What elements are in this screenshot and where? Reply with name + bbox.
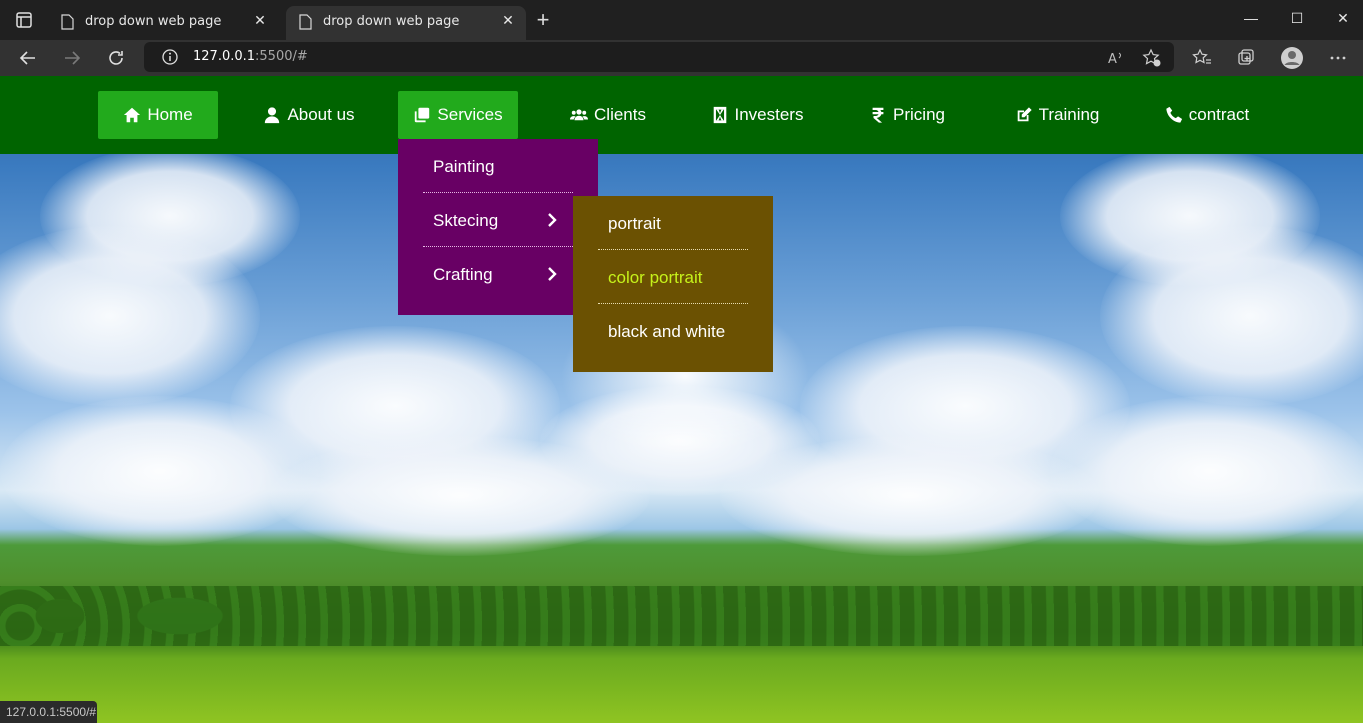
services-dropdown: Painting Sktecing Crafting bbox=[398, 139, 598, 315]
users-icon bbox=[570, 109, 589, 121]
phone-icon bbox=[1166, 106, 1182, 123]
menu-item-label: Painting bbox=[433, 157, 495, 176]
read-aloud-icon[interactable]: A bbox=[1106, 48, 1126, 68]
background-treeline bbox=[0, 586, 1363, 646]
submenu-item-label: color portrait bbox=[608, 268, 703, 287]
maximize-button[interactable]: ☐ bbox=[1274, 6, 1320, 30]
nav-clients[interactable]: Clients bbox=[548, 91, 668, 139]
nav-label: Home bbox=[147, 105, 193, 124]
nav-pricing[interactable]: Pricing bbox=[847, 91, 967, 139]
building-icon bbox=[713, 106, 726, 124]
tab-title: drop down web page bbox=[85, 14, 222, 29]
nav-label: Clients bbox=[594, 105, 646, 124]
close-icon[interactable]: ✕ bbox=[498, 11, 518, 31]
nav-label: Services bbox=[437, 105, 503, 124]
tab-active[interactable]: drop down web page ✕ bbox=[286, 6, 526, 40]
svg-text:A: A bbox=[1108, 52, 1117, 67]
close-icon[interactable]: ✕ bbox=[250, 11, 270, 31]
back-button[interactable] bbox=[14, 44, 42, 72]
clone-icon bbox=[415, 107, 430, 123]
favorite-add-icon[interactable] bbox=[1142, 48, 1162, 68]
page-viewport: Home About us Services Clients Investers… bbox=[0, 76, 1363, 723]
nav-about-us[interactable]: About us bbox=[249, 91, 369, 139]
submenu-item-label: black and white bbox=[608, 322, 726, 341]
chevron-right-icon bbox=[547, 212, 557, 228]
nav-investers[interactable]: Investers bbox=[697, 91, 817, 139]
browser-toolbar: 127.0.0.1:5500/# A bbox=[0, 40, 1363, 76]
new-tab-button[interactable]: + bbox=[532, 9, 554, 31]
nav-label: Training bbox=[1038, 105, 1100, 124]
reload-button[interactable] bbox=[102, 44, 130, 72]
tab-actions-icon[interactable] bbox=[10, 10, 38, 30]
nav-label: Pricing bbox=[893, 105, 945, 124]
home-icon bbox=[124, 107, 141, 123]
edit-icon bbox=[1017, 107, 1032, 122]
main-navbar: Home About us Services Clients Investers… bbox=[0, 76, 1363, 154]
menu-item-sktecing[interactable]: Sktecing bbox=[423, 193, 573, 247]
nav-contract[interactable]: contract bbox=[1147, 91, 1267, 139]
tab-inactive[interactable]: drop down web page ✕ bbox=[48, 6, 278, 40]
nav-training[interactable]: Training bbox=[997, 91, 1117, 139]
submenu-item-color-portrait[interactable]: color portrait bbox=[598, 250, 748, 304]
menu-item-crafting[interactable]: Crafting bbox=[423, 247, 573, 301]
close-window-button[interactable]: ✕ bbox=[1320, 6, 1363, 30]
minimize-button[interactable]: — bbox=[1228, 6, 1274, 30]
submenu-item-portrait[interactable]: portrait bbox=[598, 196, 748, 250]
collections-icon[interactable] bbox=[1234, 46, 1258, 70]
page-icon bbox=[60, 14, 74, 30]
nav-label: Investers bbox=[734, 105, 804, 124]
user-icon bbox=[265, 107, 280, 124]
submenu-item-label: portrait bbox=[608, 214, 661, 233]
chevron-right-icon bbox=[547, 266, 557, 282]
menu-item-label: Crafting bbox=[433, 265, 493, 284]
favorites-icon[interactable] bbox=[1190, 46, 1214, 70]
page-icon bbox=[298, 14, 312, 30]
menu-item-label: Sktecing bbox=[433, 211, 499, 230]
submenu-item-black-and-white[interactable]: black and white bbox=[598, 304, 748, 358]
sketching-submenu: portrait color portrait black and white bbox=[573, 196, 773, 372]
nav-label: About us bbox=[287, 105, 355, 124]
address-bar[interactable]: 127.0.0.1:5500/# A bbox=[144, 42, 1174, 72]
url-text: 127.0.0.1:5500/# bbox=[193, 49, 308, 64]
url-path: :5500/# bbox=[255, 49, 308, 64]
nav-home[interactable]: Home bbox=[98, 91, 218, 139]
menu-item-painting[interactable]: Painting bbox=[423, 139, 573, 193]
more-menu-icon[interactable] bbox=[1326, 46, 1350, 70]
forward-button[interactable] bbox=[58, 44, 86, 72]
background-cloud bbox=[1050, 396, 1363, 546]
profile-avatar[interactable] bbox=[1280, 46, 1304, 70]
info-icon[interactable] bbox=[162, 49, 178, 65]
nav-services[interactable]: Services bbox=[398, 91, 518, 139]
rupee-icon bbox=[872, 107, 884, 123]
browser-tab-bar: drop down web page ✕ drop down web page … bbox=[0, 0, 1363, 40]
tab-title: drop down web page bbox=[323, 14, 460, 29]
background-cloud bbox=[0, 396, 320, 546]
nav-label: contract bbox=[1188, 105, 1250, 124]
url-host: 127.0.0.1 bbox=[193, 49, 256, 64]
status-bar-url: 127.0.0.1:5500/# bbox=[0, 701, 97, 723]
